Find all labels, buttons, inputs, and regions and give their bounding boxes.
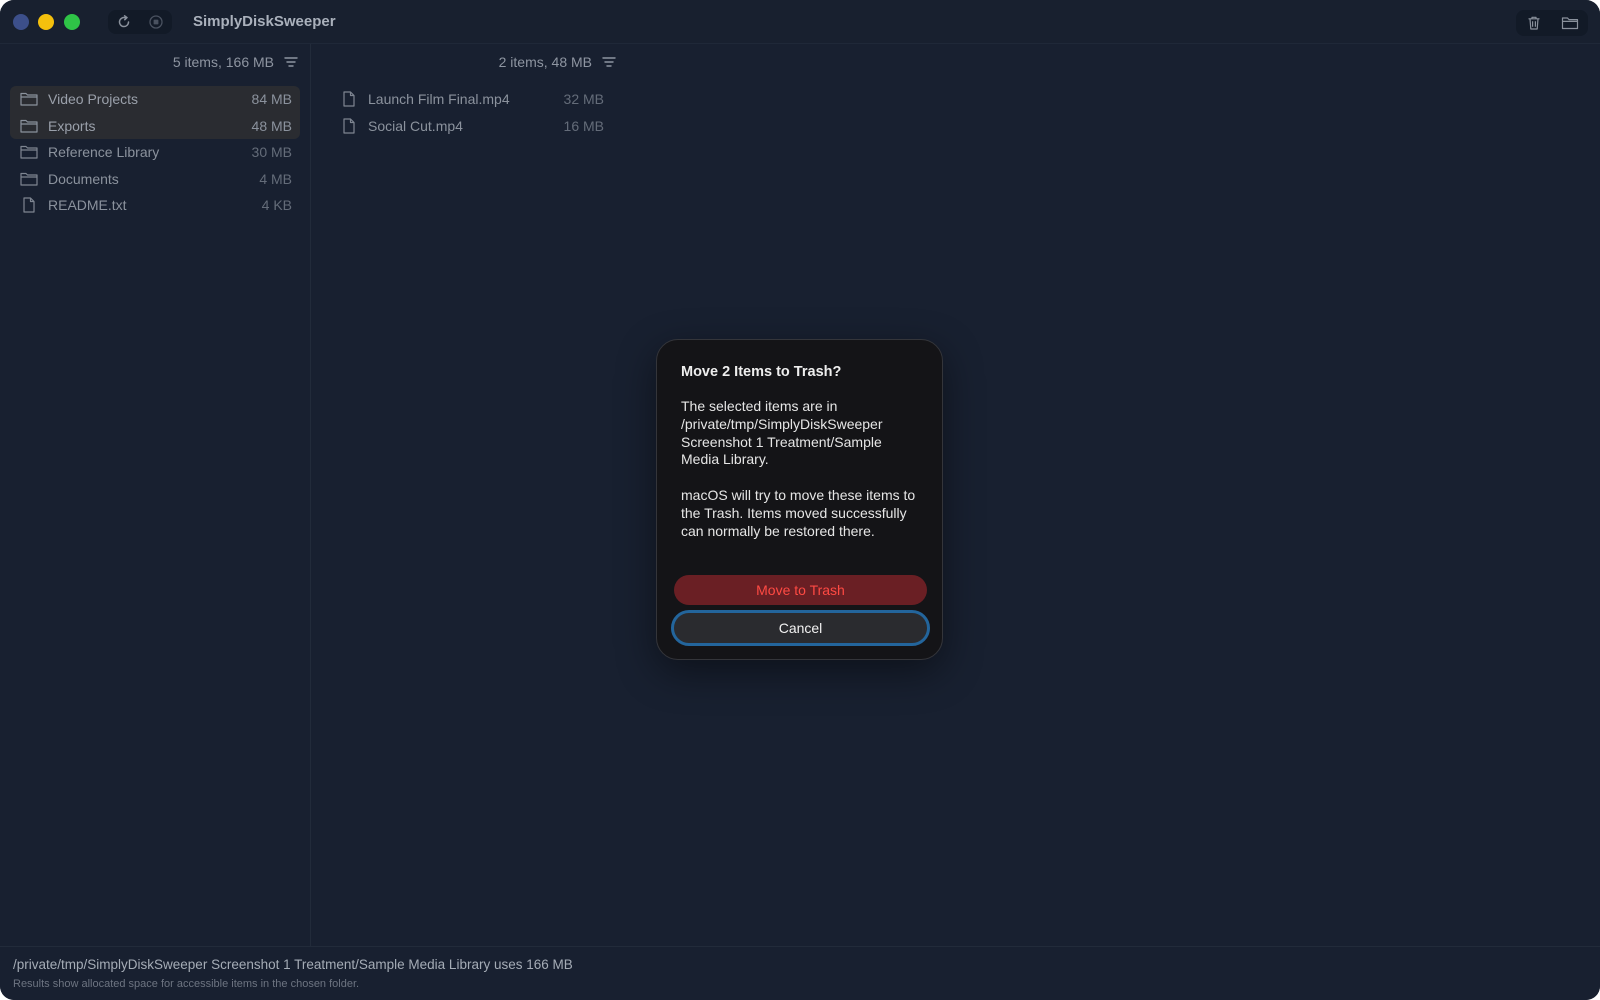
- sort-icon[interactable]: [602, 56, 616, 68]
- choose-folder-button[interactable]: [1552, 10, 1588, 36]
- item-size: 4 KB: [261, 197, 292, 214]
- folder-icon: [1561, 17, 1579, 30]
- app-title: SimplyDiskSweeper: [193, 13, 336, 30]
- list-item[interactable]: Documents 4 MB: [10, 166, 300, 193]
- list-item[interactable]: README.txt 4 KB: [10, 192, 300, 219]
- right-column-summary: 2 items, 48 MB: [498, 54, 592, 70]
- move-to-trash-toolbar-button[interactable]: [1516, 10, 1552, 36]
- zoom-window-button[interactable]: [64, 14, 80, 30]
- list-item[interactable]: Reference Library 30 MB: [10, 139, 300, 166]
- left-column: 5 items, 166 MB Video Projects 84 MB Exp…: [0, 44, 311, 946]
- item-size: 84 MB: [251, 91, 292, 108]
- item-size: 48 MB: [251, 117, 292, 134]
- document-icon: [20, 197, 38, 213]
- left-item-list: Video Projects 84 MB Exports 48 MB Refer…: [10, 86, 300, 219]
- dialog-info-text: macOS will try to move these items to th…: [681, 486, 916, 539]
- item-name: Reference Library: [48, 144, 160, 161]
- item-size: 4 MB: [259, 170, 292, 187]
- document-icon: [340, 91, 358, 107]
- scan-controls: [108, 10, 172, 34]
- folder-icon: [20, 91, 38, 107]
- list-item[interactable]: Social Cut.mp4 16 MB: [330, 113, 612, 140]
- refresh-button[interactable]: [108, 10, 140, 34]
- item-name: Exports: [48, 117, 96, 134]
- document-icon: [340, 118, 358, 134]
- list-item[interactable]: Launch Film Final.mp4 32 MB: [330, 86, 612, 113]
- list-item[interactable]: Video Projects 84 MB: [10, 86, 300, 113]
- trash-icon: [1528, 16, 1540, 30]
- left-column-summary: 5 items, 166 MB: [172, 54, 274, 70]
- move-to-trash-button[interactable]: Move to Trash: [674, 575, 927, 605]
- usage-note: Results show allocated space for accessi…: [13, 978, 360, 990]
- status-footer: /private/tmp/SimplyDiskSweeper Screensho…: [0, 946, 1600, 1000]
- stop-button[interactable]: [140, 10, 172, 34]
- item-size: 32 MB: [563, 91, 604, 108]
- dialog-title: Move 2 Items to Trash?: [681, 364, 842, 380]
- folder-icon: [20, 171, 38, 187]
- item-size: 16 MB: [563, 117, 604, 134]
- toolbar-actions: [1516, 10, 1588, 36]
- item-name: Documents: [48, 170, 119, 187]
- left-column-header: 5 items, 166 MB: [173, 52, 298, 72]
- minimize-window-button[interactable]: [38, 14, 54, 30]
- right-item-list: Launch Film Final.mp4 32 MB Social Cut.m…: [330, 86, 612, 139]
- usage-summary: /private/tmp/SimplyDiskSweeper Screensho…: [13, 957, 573, 972]
- stop-icon: [149, 15, 163, 29]
- app-window: SimplyDiskSweeper 5 items, 166 MB Video …: [0, 0, 1600, 1000]
- item-size: 30 MB: [251, 144, 292, 161]
- item-name: Video Projects: [48, 91, 139, 108]
- close-window-button[interactable]: [13, 14, 29, 30]
- confirm-trash-dialog: Move 2 Items to Trash? The selected item…: [656, 339, 943, 660]
- refresh-icon: [118, 15, 130, 28]
- right-column-header: 2 items, 48 MB: [499, 52, 616, 72]
- cancel-button[interactable]: Cancel: [671, 610, 930, 646]
- item-name: README.txt: [48, 197, 127, 214]
- title-bar: SimplyDiskSweeper: [0, 0, 1600, 44]
- folder-icon: [20, 144, 38, 160]
- dialog-location-text: The selected items are in /private/tmp/S…: [681, 398, 883, 468]
- folder-icon: [20, 118, 38, 134]
- sort-icon[interactable]: [284, 56, 298, 68]
- right-column: 2 items, 48 MB Launch Film Final.mp4 32 …: [312, 44, 624, 946]
- list-item[interactable]: Exports 48 MB: [10, 112, 300, 139]
- dialog-message: The selected items are in /private/tmp/S…: [681, 398, 921, 540]
- item-name: Launch Film Final.mp4: [368, 91, 510, 108]
- item-name: Social Cut.mp4: [368, 117, 463, 134]
